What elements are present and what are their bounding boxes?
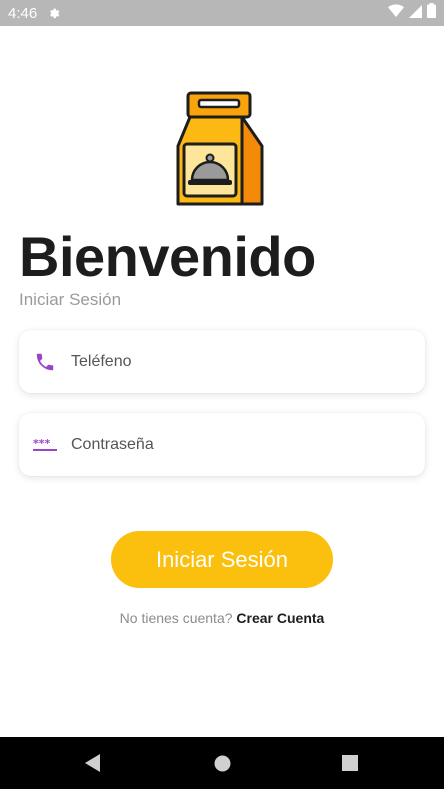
wifi-icon xyxy=(388,3,404,23)
signup-prompt: No tienes cuenta? xyxy=(119,610,233,626)
password-field[interactable]: *** xyxy=(19,413,425,476)
password-input[interactable] xyxy=(71,413,411,476)
battery-icon xyxy=(427,3,436,23)
svg-text:***: *** xyxy=(33,438,51,450)
status-time: 4:46 xyxy=(8,4,38,22)
phone-icon xyxy=(33,350,57,374)
page-subtitle: Iniciar Sesión xyxy=(19,290,122,309)
settings-icon xyxy=(47,6,61,20)
signup-row: No tienes cuenta? Crear Cuenta xyxy=(0,610,444,626)
back-icon[interactable] xyxy=(84,754,102,772)
page-title: Bienvenido xyxy=(19,225,316,288)
password-icon: *** xyxy=(33,433,57,457)
food-bag-icon xyxy=(174,90,266,208)
signal-icon xyxy=(409,4,422,23)
recent-apps-icon[interactable] xyxy=(341,754,359,772)
phone-field[interactable] xyxy=(19,330,425,393)
phone-input[interactable] xyxy=(71,330,411,393)
login-button[interactable]: Iniciar Sesión xyxy=(111,531,333,588)
create-account-link[interactable]: Crear Cuenta xyxy=(236,610,324,626)
navigation-bar xyxy=(0,737,444,789)
status-bar: 4:46 xyxy=(0,0,444,26)
home-icon[interactable] xyxy=(213,754,231,772)
status-icons xyxy=(388,3,436,23)
